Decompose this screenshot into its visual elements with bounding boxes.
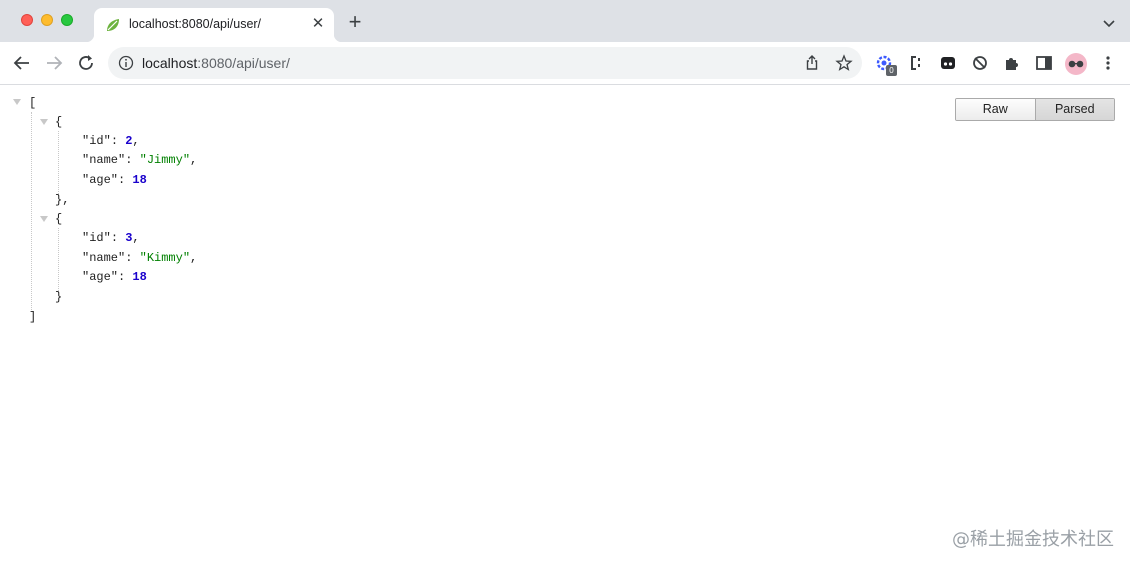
chevron-down-icon[interactable]	[1102, 16, 1116, 30]
collapse-toggle-root[interactable]	[13, 99, 21, 105]
json-key: "name"	[82, 251, 126, 265]
watermark: @稀土掘金技术社区	[952, 529, 1114, 550]
url-path: :8080/api/user/	[197, 55, 290, 71]
json-number: 2	[125, 134, 133, 148]
json-number: 18	[132, 270, 147, 284]
json-number: 3	[125, 231, 133, 245]
json-field-age: "age": 18	[82, 173, 147, 187]
info-icon[interactable]	[118, 55, 134, 71]
kebab-menu-icon[interactable]	[1098, 53, 1118, 73]
indent-guide	[31, 112, 32, 310]
json-field-name: "name": "Jimmy",	[82, 153, 198, 167]
json-object-close: }	[55, 290, 63, 304]
json-open-bracket: [	[29, 96, 37, 110]
sunglasses-avatar-icon	[1068, 60, 1084, 68]
json-key: "id"	[82, 134, 111, 148]
json-object-open: {	[55, 115, 63, 129]
json-close-bracket: ]	[29, 310, 37, 324]
window-maximize-button[interactable]	[61, 14, 73, 26]
url-host: localhost	[142, 55, 198, 71]
forward-icon[interactable]	[43, 52, 65, 74]
json-field-id: "id": 2,	[82, 134, 140, 148]
view-mode-toggle: Raw Parsed	[955, 98, 1115, 121]
side-panel-icon[interactable]	[1034, 53, 1054, 73]
window-close-button[interactable]	[21, 14, 33, 26]
reload-icon[interactable]	[75, 52, 97, 74]
share-icon[interactable]	[803, 54, 821, 72]
json-object-open: {	[55, 212, 63, 226]
tab-close-icon[interactable]: ✕	[310, 16, 326, 32]
json-key: "age"	[82, 270, 119, 284]
extension-badge: 0	[886, 65, 897, 76]
profile-avatar[interactable]	[1065, 53, 1087, 75]
collapse-toggle-item-1[interactable]	[40, 119, 48, 125]
puzzle-icon[interactable]	[1002, 53, 1022, 73]
window-minimize-button[interactable]	[41, 14, 53, 26]
tab-title: localhost:8080/api/user/	[129, 17, 262, 31]
collapse-toggle-item-2[interactable]	[40, 216, 48, 222]
tab-manager-icon[interactable]	[938, 53, 958, 73]
json-string: "Jimmy"	[139, 153, 191, 167]
browser-toolbar: localhost:8080/api/user/	[0, 42, 1130, 85]
active-tab[interactable]: localhost:8080/api/user/ ✕	[86, 8, 342, 42]
bookmark-star-icon[interactable]	[835, 54, 853, 72]
json-viewer: [ { "id": 2, "name": "Jimmy", "age": 18 …	[0, 86, 1130, 567]
json-field-age: "age": 18	[82, 270, 147, 284]
json-key: "id"	[82, 231, 111, 245]
code-extension-icon[interactable]	[906, 53, 926, 73]
sync-blocked-icon[interactable]	[970, 53, 990, 73]
new-tab-button[interactable]: +	[345, 11, 365, 33]
json-object-close: },	[55, 193, 70, 207]
indent-guide	[58, 131, 59, 196]
json-string: "Kimmy"	[139, 251, 191, 265]
address-bar[interactable]: localhost:8080/api/user/	[108, 47, 862, 79]
json-field-name: "name": "Kimmy",	[82, 251, 198, 265]
json-key: "age"	[82, 173, 119, 187]
indent-guide	[58, 228, 59, 293]
json-number: 18	[132, 173, 147, 187]
window-titlebar: localhost:8080/api/user/ ✕ +	[0, 0, 1130, 42]
url-text[interactable]: localhost:8080/api/user/	[142, 55, 290, 71]
json-key: "name"	[82, 153, 126, 167]
raw-button[interactable]: Raw	[956, 99, 1036, 120]
back-icon[interactable]	[11, 52, 33, 74]
parsed-button[interactable]: Parsed	[1035, 99, 1114, 120]
json-field-id: "id": 3,	[82, 231, 140, 245]
spring-leaf-icon	[107, 19, 119, 31]
